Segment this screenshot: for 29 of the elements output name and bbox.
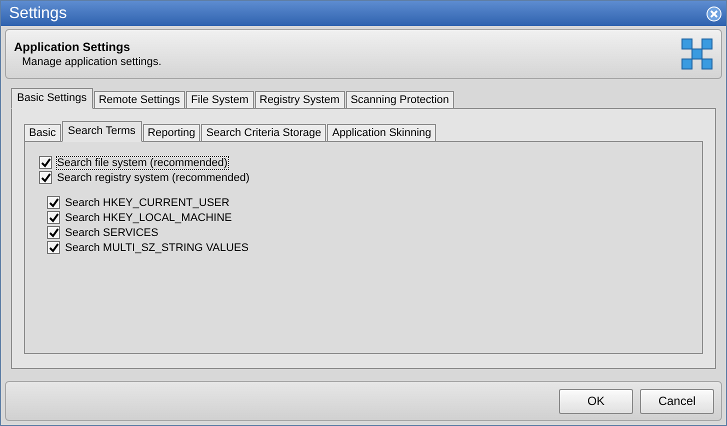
tab[interactable]: Scanning Protection	[346, 91, 454, 109]
cancel-button[interactable]: Cancel	[640, 388, 714, 414]
tab[interactable]: Application Skinning	[327, 124, 436, 142]
squares-icon	[681, 38, 713, 70]
close-icon[interactable]	[706, 6, 722, 22]
checkbox[interactable]	[39, 156, 52, 169]
checkbox-label: Search registry system (recommended)	[57, 172, 250, 184]
window-title: Settings	[9, 4, 67, 22]
checkbox-label: Search SERVICES	[65, 226, 158, 238]
checkbox-label: Search HKEY_CURRENT_USER	[65, 196, 230, 208]
checkbox[interactable]	[47, 241, 60, 254]
checkbox-label: Search HKEY_LOCAL_MACHINE	[65, 212, 232, 224]
tab[interactable]: Remote Settings	[94, 91, 186, 109]
checkbox[interactable]	[47, 211, 60, 224]
tab[interactable]: Reporting	[142, 124, 200, 142]
tab[interactable]: Basic Settings	[11, 88, 93, 109]
checkbox[interactable]	[39, 171, 52, 184]
tab[interactable]: Search Terms	[62, 121, 142, 142]
tab[interactable]: Registry System	[254, 91, 345, 109]
checkbox[interactable]	[47, 196, 60, 209]
header-title: Application Settings	[14, 40, 132, 54]
header-subtitle: Manage application settings.	[22, 56, 162, 68]
checkbox[interactable]	[47, 226, 60, 239]
tab[interactable]: File System	[186, 91, 254, 109]
ok-button[interactable]: OK	[559, 388, 633, 414]
tab[interactable]: Search Criteria Storage	[201, 124, 326, 142]
checkbox-label: Search MULTI_SZ_STRING VALUES	[65, 242, 249, 254]
checkbox-label: Search file system (recommended)	[57, 156, 228, 168]
tab[interactable]: Basic	[24, 124, 61, 142]
